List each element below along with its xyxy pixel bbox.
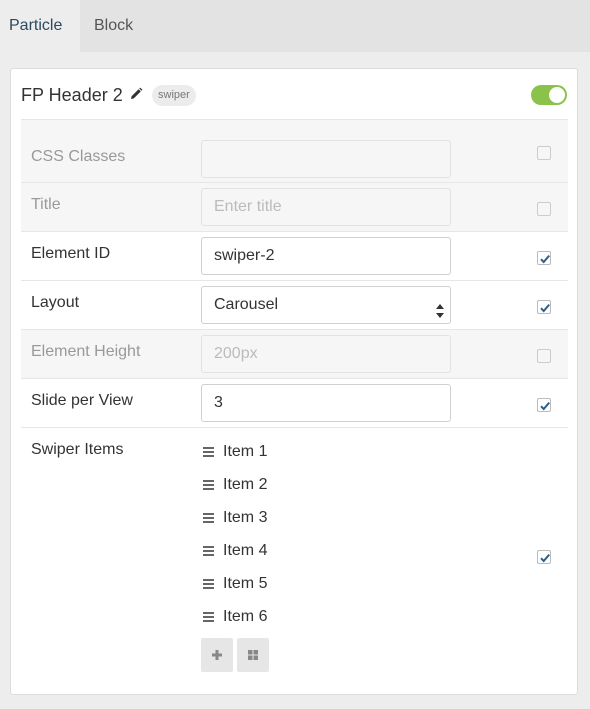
row-layout: Layout Carousel <box>21 280 568 329</box>
css-classes-input[interactable] <box>201 140 451 178</box>
swiper-item-label: Item 6 <box>223 608 268 625</box>
swiper-item-label: Item 3 <box>223 509 268 526</box>
row-css-classes: CSS Classes <box>21 119 568 182</box>
element-id-label: Element ID <box>31 245 111 262</box>
slide-per-view-override-checkbox[interactable] <box>537 398 551 412</box>
swiper-item[interactable]: Item 3 <box>203 508 267 541</box>
drag-handle-icon[interactable] <box>203 513 214 523</box>
tab-block[interactable]: Block <box>80 0 147 52</box>
slide-per-view-input[interactable] <box>201 384 451 422</box>
drag-handle-icon[interactable] <box>203 579 214 589</box>
swiper-item[interactable]: Item 2 <box>203 475 267 508</box>
swiper-item[interactable]: Item 5 <box>203 574 267 607</box>
swiper-item[interactable]: Item 6 <box>203 607 267 640</box>
panel-header: FP Header 2 swiper <box>11 69 577 119</box>
swiper-item-label: Item 1 <box>223 443 268 460</box>
add-item-button[interactable] <box>201 638 233 672</box>
row-slide-per-view: Slide per View <box>21 378 568 427</box>
css-classes-label: CSS Classes <box>31 148 126 165</box>
particle-panel: FP Header 2 swiper CSS Classes Title Ele… <box>10 68 578 695</box>
drag-handle-icon[interactable] <box>203 612 214 622</box>
slide-per-view-label: Slide per View <box>31 392 133 409</box>
particle-type-badge: swiper <box>152 85 196 106</box>
swiper-items-list: Item 1 Item 2 Item 3 Item 4 Item 5 Item … <box>203 442 267 640</box>
css-classes-override-checkbox[interactable] <box>537 146 551 160</box>
drag-handle-icon[interactable] <box>203 546 214 556</box>
swiper-item[interactable]: Item 1 <box>203 442 267 475</box>
drag-handle-icon[interactable] <box>203 447 214 457</box>
toggle-knob <box>549 87 565 103</box>
grid-view-button[interactable] <box>237 638 269 672</box>
row-title: Title <box>21 182 568 231</box>
swiper-item-label: Item 5 <box>223 575 268 592</box>
plus-icon <box>212 650 222 660</box>
element-id-input[interactable] <box>201 237 451 275</box>
layout-override-checkbox[interactable] <box>537 300 551 314</box>
title-input[interactable] <box>201 188 451 226</box>
settings-rows: CSS Classes Title Element ID Layout Caro… <box>21 119 568 692</box>
select-arrows-icon <box>436 297 444 318</box>
layout-select[interactable]: Carousel <box>201 286 451 324</box>
element-id-override-checkbox[interactable] <box>537 251 551 265</box>
particle-title: FP Header 2 <box>21 85 123 105</box>
title-label: Title <box>31 196 61 213</box>
enabled-toggle[interactable] <box>531 85 567 105</box>
layout-selected-value: Carousel <box>214 296 279 313</box>
layout-label: Layout <box>31 294 80 311</box>
swiper-items-override-checkbox[interactable] <box>537 550 551 564</box>
element-height-override-checkbox[interactable] <box>537 349 551 363</box>
row-element-id: Element ID <box>21 231 568 280</box>
title-override-checkbox[interactable] <box>537 202 551 216</box>
swiper-item-label: Item 2 <box>223 476 268 493</box>
row-element-height: Element Height <box>21 329 568 378</box>
swiper-items-label: Swiper Items <box>31 441 124 458</box>
drag-handle-icon[interactable] <box>203 480 214 490</box>
element-height-input[interactable] <box>201 335 451 373</box>
swiper-item-label: Item 4 <box>223 542 268 559</box>
swiper-item[interactable]: Item 4 <box>203 541 267 574</box>
tab-bar: Particle Block <box>0 0 590 52</box>
tab-particle[interactable]: Particle <box>0 0 80 52</box>
pencil-icon[interactable] <box>129 87 143 101</box>
element-height-label: Element Height <box>31 343 141 360</box>
grid-icon <box>248 650 258 660</box>
row-swiper-items: Swiper Items Item 1 Item 2 Item 3 Item 4 <box>21 427 568 692</box>
